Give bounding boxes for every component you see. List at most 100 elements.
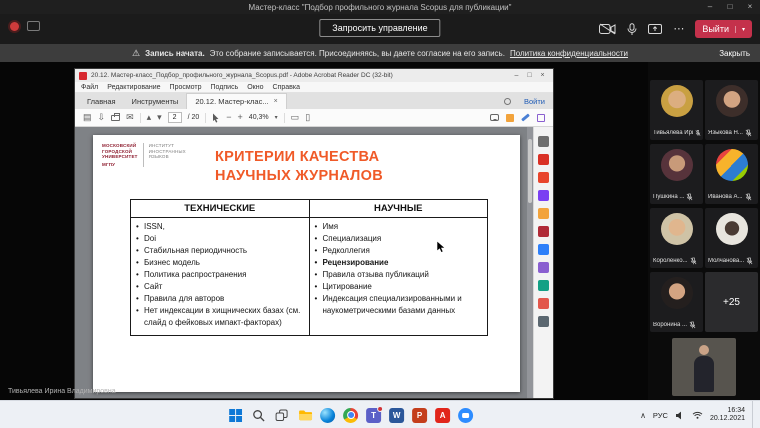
compress-pdf-tool-icon[interactable] (538, 244, 549, 255)
list-item: ISSN, (136, 221, 304, 233)
tab-home[interactable]: Главная (79, 94, 124, 109)
leave-label: Выйти (702, 24, 729, 34)
participant-tile[interactable]: Воронина ... (650, 272, 703, 332)
overflow-participants-tile[interactable]: +25 (705, 272, 758, 332)
banner-close-button[interactable]: Закрыть (719, 49, 750, 58)
print-icon[interactable] (111, 115, 120, 121)
language-indicator[interactable]: РУС (653, 411, 668, 420)
participant-video-tile[interactable] (672, 338, 736, 396)
participant-tile[interactable]: Пушкина ... (650, 144, 703, 204)
comment-tool-icon[interactable] (538, 208, 549, 219)
university-abbr: МГПУ (102, 162, 138, 168)
request-control-button[interactable]: Запросить управление (319, 19, 440, 37)
powerpoint-icon[interactable] (412, 408, 427, 423)
measure-tool-icon[interactable] (538, 298, 549, 309)
menu-sign[interactable]: Подпись (211, 84, 239, 91)
menu-view[interactable]: Просмотр (170, 84, 202, 91)
next-page-icon[interactable]: ▾ (157, 113, 162, 122)
leave-dropdown-icon[interactable]: ▾ (735, 26, 745, 33)
create-pdf-tool-icon[interactable] (538, 172, 549, 183)
side-panel-icon[interactable]: ▤ (83, 113, 92, 122)
draw-icon[interactable] (521, 113, 530, 121)
participant-tile[interactable]: Языкова Н... (705, 80, 758, 140)
acrobat-taskbar-icon[interactable] (435, 408, 450, 423)
acrobat-app-icon (79, 72, 87, 80)
highlight-icon[interactable] (506, 114, 514, 122)
volume-icon[interactable] (675, 411, 685, 420)
participant-name: Молчанова... (708, 258, 744, 264)
participant-tile[interactable]: Тивьялева Ири... (650, 80, 703, 140)
tab-tools[interactable]: Инструменты (124, 94, 187, 109)
tab-document-label: 20.12. Мастер-клас... (195, 97, 268, 106)
start-button[interactable] (228, 408, 243, 423)
tab-close-icon[interactable]: × (274, 98, 278, 105)
page-number-input[interactable]: 2 (168, 112, 182, 123)
date-label: 20.12.2021 (710, 415, 745, 424)
privacy-policy-link[interactable]: Политика конфиденциальности (510, 49, 628, 58)
camera-off-icon[interactable] (599, 23, 616, 35)
zoom-level[interactable]: 40,3% (249, 114, 269, 121)
search-tool-icon[interactable] (538, 136, 549, 147)
participant-tile[interactable]: Короленко... (650, 208, 703, 268)
search-icon[interactable] (251, 408, 266, 423)
time-label: 16:34 (710, 407, 745, 416)
comment-icon[interactable] (490, 114, 499, 121)
acrobat-window-controls: – □ × (510, 72, 549, 79)
fit-width-icon[interactable]: ▭ (291, 113, 300, 122)
export-pdf-tool-icon[interactable] (538, 154, 549, 165)
leave-meeting-button[interactable]: Выйти ▾ (695, 20, 752, 38)
select-tool-icon[interactable] (212, 113, 220, 123)
zoom-dropdown-icon[interactable]: ▾ (275, 115, 278, 121)
menu-edit[interactable]: Редактирование (107, 84, 160, 91)
acrobat-maximize-icon[interactable]: □ (523, 72, 536, 79)
teams-icon[interactable] (366, 408, 381, 423)
menu-help[interactable]: Справка (273, 84, 300, 91)
edit-pdf-tool-icon[interactable] (538, 190, 549, 201)
acrobat-close-icon[interactable]: × (536, 72, 549, 79)
email-icon[interactable]: ✉ (126, 113, 134, 122)
previous-page-icon[interactable]: ▴ (147, 113, 152, 122)
menu-window[interactable]: Окно (247, 84, 263, 91)
window-title: Мастер-класс "Подбор профильного журнала… (249, 3, 512, 12)
combine-files-tool-icon[interactable] (538, 226, 549, 237)
window-controls: – □ × (700, 0, 760, 14)
edge-icon[interactable] (320, 408, 335, 423)
clock[interactable]: 16:34 20.12.2021 (710, 407, 745, 424)
more-tools-icon[interactable] (538, 316, 549, 327)
minimize-icon[interactable]: – (700, 0, 720, 14)
task-view-icon[interactable] (274, 408, 289, 423)
mic-muted-icon (695, 129, 701, 137)
university-name: МОСКОВСКИЙ ГОРОДСКОЙ УНИВЕРСИТЕТ МГПУ (102, 143, 138, 167)
participant-tile[interactable]: Иванова А... (705, 144, 758, 204)
file-explorer-icon[interactable] (297, 408, 312, 423)
pdf-page: МОСКОВСКИЙ ГОРОДСКОЙ УНИВЕРСИТЕТ МГПУ ИН… (93, 135, 520, 392)
close-icon[interactable]: × (740, 0, 760, 14)
word-icon[interactable] (389, 408, 404, 423)
menu-file[interactable]: Файл (81, 84, 98, 91)
sign-in-button[interactable]: Войти (524, 97, 545, 106)
maximize-icon[interactable]: □ (720, 0, 740, 14)
mic-icon[interactable] (627, 23, 637, 36)
logo-divider (143, 143, 144, 167)
sign-icon[interactable] (537, 114, 545, 122)
acrobat-minimize-icon[interactable]: – (510, 72, 523, 79)
participant-tile[interactable]: Молчанова... (705, 208, 758, 268)
stamp-tool-icon[interactable] (538, 280, 549, 291)
criteria-table: ТЕХНИЧЕСКИЕ НАУЧНЫЕ ISSN, Doi Стабильная… (130, 199, 488, 336)
chrome-icon[interactable] (343, 408, 358, 423)
more-options-icon[interactable]: ⋯ (673, 24, 684, 35)
zoom-in-icon[interactable]: + (238, 113, 243, 122)
show-desktop-button[interactable] (752, 401, 755, 428)
network-icon[interactable] (692, 411, 703, 419)
notifications-icon[interactable] (504, 98, 511, 105)
mic-muted-icon (686, 193, 693, 201)
fit-page-icon[interactable]: ▯ (305, 113, 310, 122)
tab-document[interactable]: 20.12. Мастер-клас... × (186, 93, 286, 109)
zoom-app-icon[interactable] (458, 408, 473, 423)
share-screen-icon[interactable] (648, 23, 662, 35)
fill-sign-tool-icon[interactable] (538, 262, 549, 273)
scrollbar-thumb[interactable] (528, 139, 532, 203)
tray-overflow-icon[interactable]: ∧ (640, 411, 646, 420)
save-icon[interactable]: ⇩ (98, 113, 106, 122)
zoom-out-icon[interactable]: − (226, 113, 231, 122)
